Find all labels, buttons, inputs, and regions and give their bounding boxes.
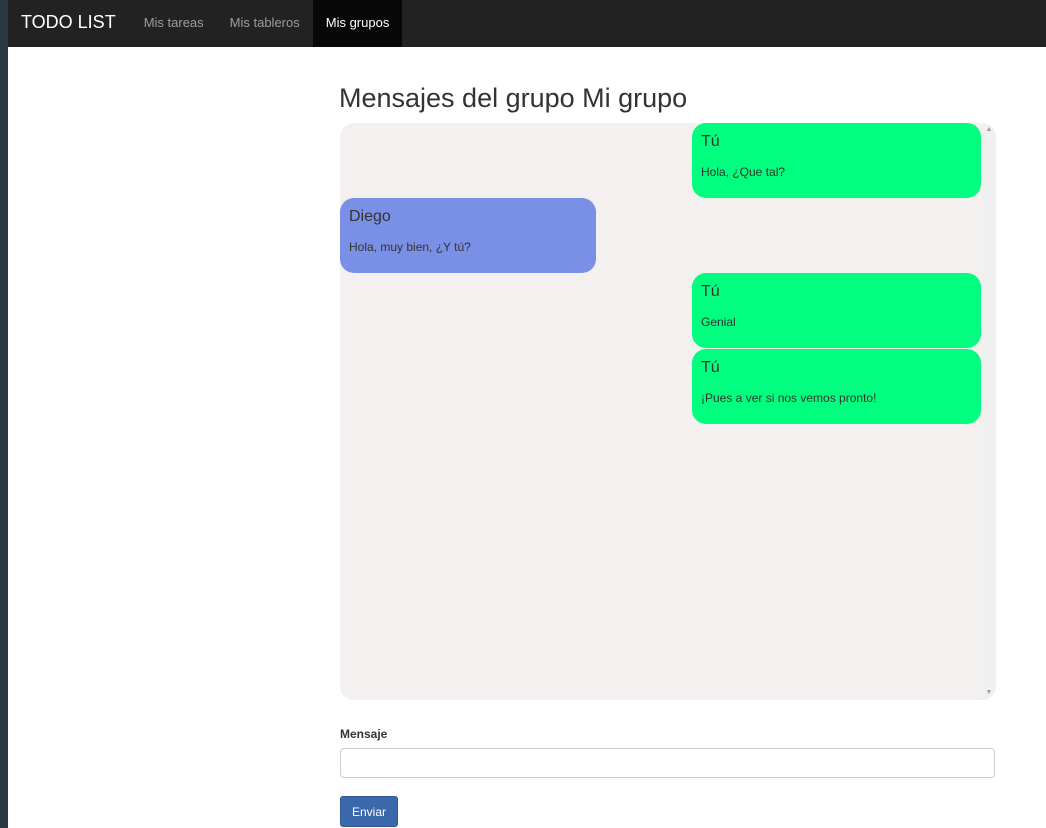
message-author: Tú: [701, 359, 720, 376]
scroll-up-icon[interactable]: ▲: [982, 123, 996, 137]
main-content: Mensajes del grupo Mi grupo Tú Hola, ¿Qu…: [8, 47, 1046, 828]
nav-item-mis-grupos[interactable]: Mis grupos: [312, 0, 403, 47]
top-navbar: TODO LIST Mis tareas Mis tableros Mis gr…: [8, 0, 1046, 47]
brand-link[interactable]: TODO LIST: [8, 0, 131, 47]
message-label: Mensaje: [340, 727, 388, 741]
nav-item-mis-tareas[interactable]: Mis tareas: [131, 0, 217, 47]
chat-messages-panel: Tú Hola, ¿Que tal? Diego Hola, muy bien,…: [340, 123, 996, 700]
message-text: Genial: [701, 315, 736, 329]
message-text: Hola, muy bien, ¿Y tú?: [349, 240, 471, 254]
chat-scrollbar[interactable]: ▲ ▼: [982, 123, 996, 700]
message-bubble-other: Diego Hola, muy bien, ¿Y tú?: [340, 198, 596, 273]
message-author: Tú: [701, 133, 720, 150]
message-text: ¡Pues a ver si nos vemos pronto!: [701, 391, 877, 405]
message-bubble-mine: Tú ¡Pues a ver si nos vemos pronto!: [692, 349, 981, 424]
message-text: Hola, ¿Que tal?: [701, 165, 786, 179]
message-input[interactable]: [340, 748, 995, 778]
send-button[interactable]: Enviar: [340, 796, 398, 827]
scroll-down-icon[interactable]: ▼: [982, 686, 996, 700]
message-author: Tú: [701, 283, 720, 300]
message-bubble-mine: Tú Genial: [692, 273, 981, 348]
nav-item-mis-tableros[interactable]: Mis tableros: [217, 0, 313, 47]
message-bubble-mine: Tú Hola, ¿Que tal?: [692, 123, 981, 198]
message-author: Diego: [349, 208, 391, 225]
page-title: Mensajes del grupo Mi grupo: [339, 83, 688, 113]
